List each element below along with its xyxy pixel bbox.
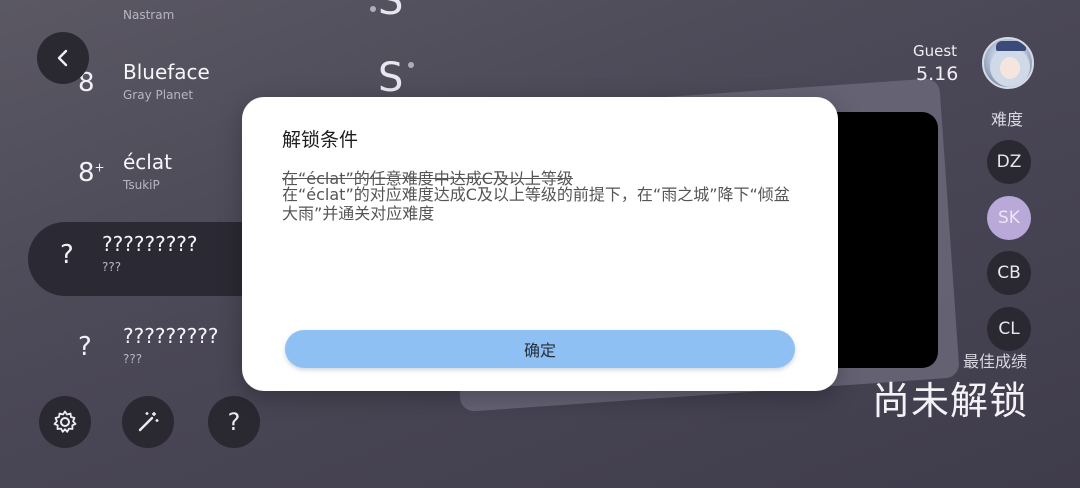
unlock-condition-dialog: 解锁条件 在“éclat”的任意难度中达成C及以上等级 在“éclat”的对应难… <box>242 97 838 391</box>
dialog-title: 解锁条件 <box>282 129 359 151</box>
song-select-screen: S S Nastram 8 Blueface Gray Planet 8+ éc… <box>0 0 1080 488</box>
confirm-button[interactable]: 确定 <box>285 330 795 368</box>
confirm-button-label: 确定 <box>523 341 556 360</box>
unlock-condition-new: 在“éclat”的对应难度达成C及以上等级的前提下，在“雨之城”降下“倾盆大雨”… <box>282 185 790 223</box>
